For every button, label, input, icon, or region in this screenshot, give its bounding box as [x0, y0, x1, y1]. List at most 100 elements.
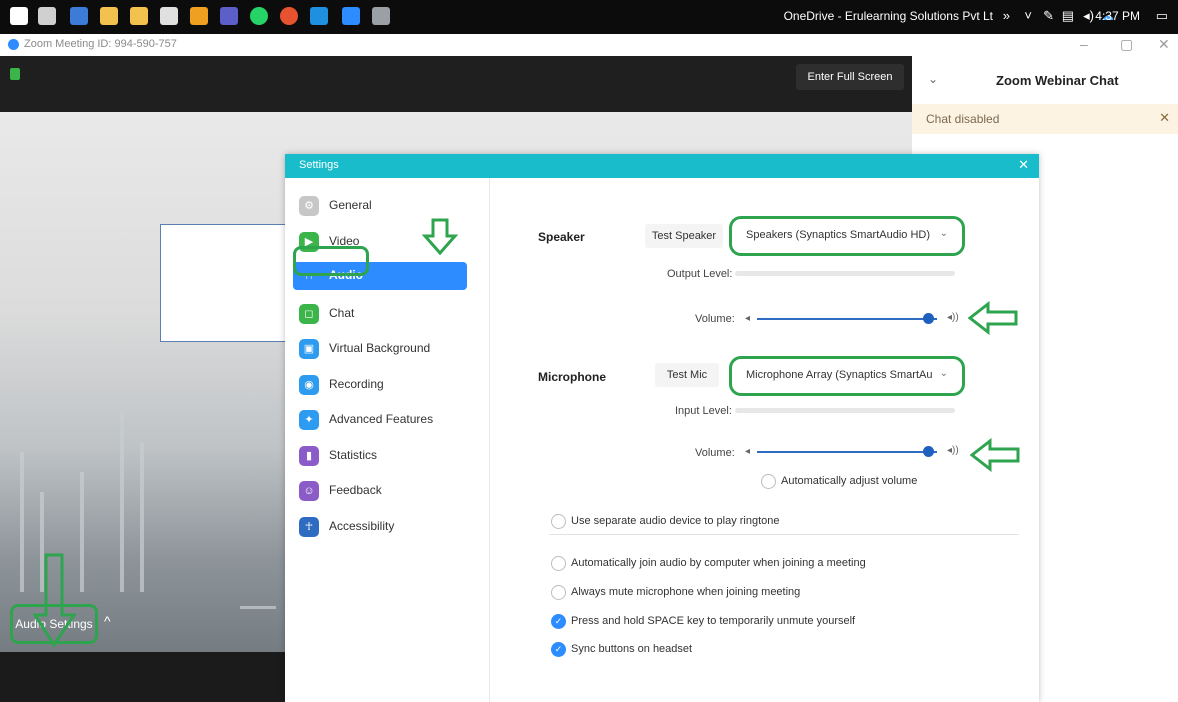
sticky-notes-icon[interactable] [190, 7, 208, 25]
speaker-volume-knob[interactable] [923, 313, 934, 324]
always-mute-checkbox[interactable] [551, 585, 566, 600]
decor-bar [140, 442, 144, 592]
space-unmute-checkbox[interactable]: ✓ [551, 614, 566, 629]
zoom-logo-icon [8, 39, 19, 50]
auto-adjust-volume-label: Automatically adjust volume [781, 475, 918, 487]
lock-icon[interactable] [10, 68, 20, 80]
whatsapp-icon[interactable] [250, 7, 268, 25]
arrow-left-annotation-icon [970, 438, 1020, 472]
nav-item-recording[interactable]: ◉ Recording [293, 371, 467, 399]
close-window-icon[interactable]: ✕ [1158, 36, 1170, 53]
nav-item-virtual-background[interactable]: ▣ Virtual Background [293, 335, 467, 363]
restore-icon[interactable]: ▢ [1120, 36, 1133, 53]
separate-ringtone-checkbox[interactable] [551, 514, 566, 529]
notifications-icon[interactable]: ▭ [1156, 8, 1168, 24]
chevron-down-icon: ⌄ [939, 228, 948, 239]
decor-bar [120, 412, 124, 592]
nav-label: Feedback [329, 483, 382, 497]
nav-item-accessibility[interactable]: ☥ Accessibility [293, 513, 467, 541]
task-view-icon[interactable] [38, 7, 56, 25]
chevron-down-icon[interactable]: ⌄ [928, 72, 938, 86]
enter-fullscreen-button[interactable]: Enter Full Screen [796, 64, 904, 90]
speaker-device-select[interactable]: Speakers (Synaptics SmartAudio HD) ⌄ [729, 216, 965, 256]
mic-volume-track[interactable] [757, 451, 937, 453]
speaker-device-value: Speakers (Synaptics SmartAudio HD) [746, 229, 931, 241]
clock[interactable]: 4:37 PM [1095, 9, 1140, 23]
teams-icon[interactable] [220, 7, 238, 25]
minimize-icon[interactable]: – [1080, 36, 1088, 52]
self-view-video[interactable] [160, 224, 290, 342]
onedrive-status[interactable]: OneDrive - Erulearning Solutions Pvt Lt [784, 9, 993, 23]
bar-chart-icon: ▮ [299, 446, 319, 466]
advanced-icon: ✦ [299, 410, 319, 430]
input-level-meter [735, 408, 955, 413]
decor-bar [240, 606, 276, 609]
decor-bar [20, 452, 24, 592]
space-unmute-label: Press and hold SPACE key to temporarily … [571, 615, 856, 627]
calculator-icon[interactable] [160, 7, 178, 25]
chevron-up-icon[interactable]: ˅ [1024, 8, 1032, 23]
mic-volume-label: Volume: [695, 447, 735, 459]
nav-item-general[interactable]: ⚙ General [293, 192, 467, 220]
paint-icon[interactable] [372, 7, 390, 25]
chat-title: Zoom Webinar Chat [996, 73, 1119, 88]
zoom-titlebar: Zoom Meeting ID: 994-590-757 – ▢ ✕ [0, 34, 1178, 56]
test-speaker-button[interactable]: Test Speaker [645, 224, 723, 248]
microphone-label: Microphone [538, 370, 606, 384]
nav-label: Advanced Features [329, 412, 434, 426]
volume-high-icon: ◂)) [947, 312, 959, 323]
nav-label: Recording [329, 377, 384, 391]
video-highlight-annotation [293, 246, 369, 276]
close-icon[interactable]: ✕ [1018, 157, 1029, 173]
accessibility-icon: ☥ [299, 517, 319, 537]
nav-label: Accessibility [329, 519, 395, 533]
nav-item-chat[interactable]: ◻ Chat [293, 300, 467, 328]
test-mic-button[interactable]: Test Mic [655, 363, 719, 387]
speaker-volume-track[interactable] [757, 318, 937, 320]
chat-bubble-icon: ◻ [299, 304, 319, 324]
arrow-down-annotation-icon [422, 218, 458, 256]
output-level-meter [735, 271, 955, 276]
settings-dialog: Settings ✕ ⚙ General ▶ Video ∩ Audio ◻ C… [285, 154, 1039, 702]
volume-high-icon: ◂)) [947, 445, 959, 456]
auto-join-audio-checkbox[interactable] [551, 556, 566, 571]
close-icon[interactable]: ✕ [1159, 110, 1170, 126]
fullscreen-label: Enter Full Screen [807, 71, 893, 83]
nav-label: Chat [329, 306, 355, 320]
auto-join-audio-label: Automatically join audio by computer whe… [571, 557, 866, 569]
microphone-device-select[interactable]: Microphone Array (Synaptics SmartAu ⌄ [729, 356, 965, 396]
mic-volume-knob[interactable] [923, 446, 934, 457]
file-explorer-icon[interactable] [100, 7, 118, 25]
network-icon[interactable]: ▤ [1062, 8, 1074, 24]
arrow-left-annotation-icon [968, 301, 1018, 335]
volume-low-icon: ◂ [745, 446, 751, 457]
meeting-top-bar: Enter Full Screen [0, 56, 912, 112]
volume-tray-icon[interactable]: ◂) [1083, 8, 1094, 24]
store-icon[interactable] [130, 7, 148, 25]
sync-headset-checkbox[interactable]: ✓ [551, 642, 566, 657]
audio-options-caret-icon[interactable]: ^ [104, 613, 111, 629]
chat-header: ⌄ Zoom Webinar Chat [912, 56, 1178, 105]
outlook-icon[interactable] [310, 7, 328, 25]
speaker-volume-label: Volume: [695, 313, 735, 325]
settings-nav: ⚙ General ▶ Video ∩ Audio ◻ Chat ▣ Virtu… [285, 178, 490, 702]
mail-icon[interactable] [70, 7, 88, 25]
gear-icon: ⚙ [299, 196, 319, 216]
auto-adjust-volume-checkbox[interactable] [761, 474, 776, 489]
decor-bar [80, 472, 84, 592]
nav-item-advanced-features[interactable]: ✦ Advanced Features [293, 406, 467, 434]
zoom-taskbar-icon[interactable] [342, 7, 360, 25]
settings-titlebar: Settings ✕ [285, 154, 1039, 178]
chevron-down-icon: ⌄ [939, 368, 948, 379]
test-speaker-label: Test Speaker [651, 230, 717, 242]
nav-item-statistics[interactable]: ▮ Statistics [293, 442, 467, 470]
pen-icon[interactable]: ✎ [1043, 8, 1054, 24]
chrome-icon[interactable] [280, 7, 298, 25]
chat-disabled-text: Chat disabled [926, 112, 1000, 126]
windows-start-icon[interactable] [10, 7, 28, 25]
chat-disabled-banner: Chat disabled ✕ [912, 104, 1178, 134]
overflow-icon[interactable]: » [1003, 8, 1010, 23]
person-background-icon: ▣ [299, 339, 319, 359]
nav-item-feedback[interactable]: ☺ Feedback [293, 477, 467, 505]
separate-ringtone-label: Use separate audio device to play ringto… [571, 515, 780, 527]
